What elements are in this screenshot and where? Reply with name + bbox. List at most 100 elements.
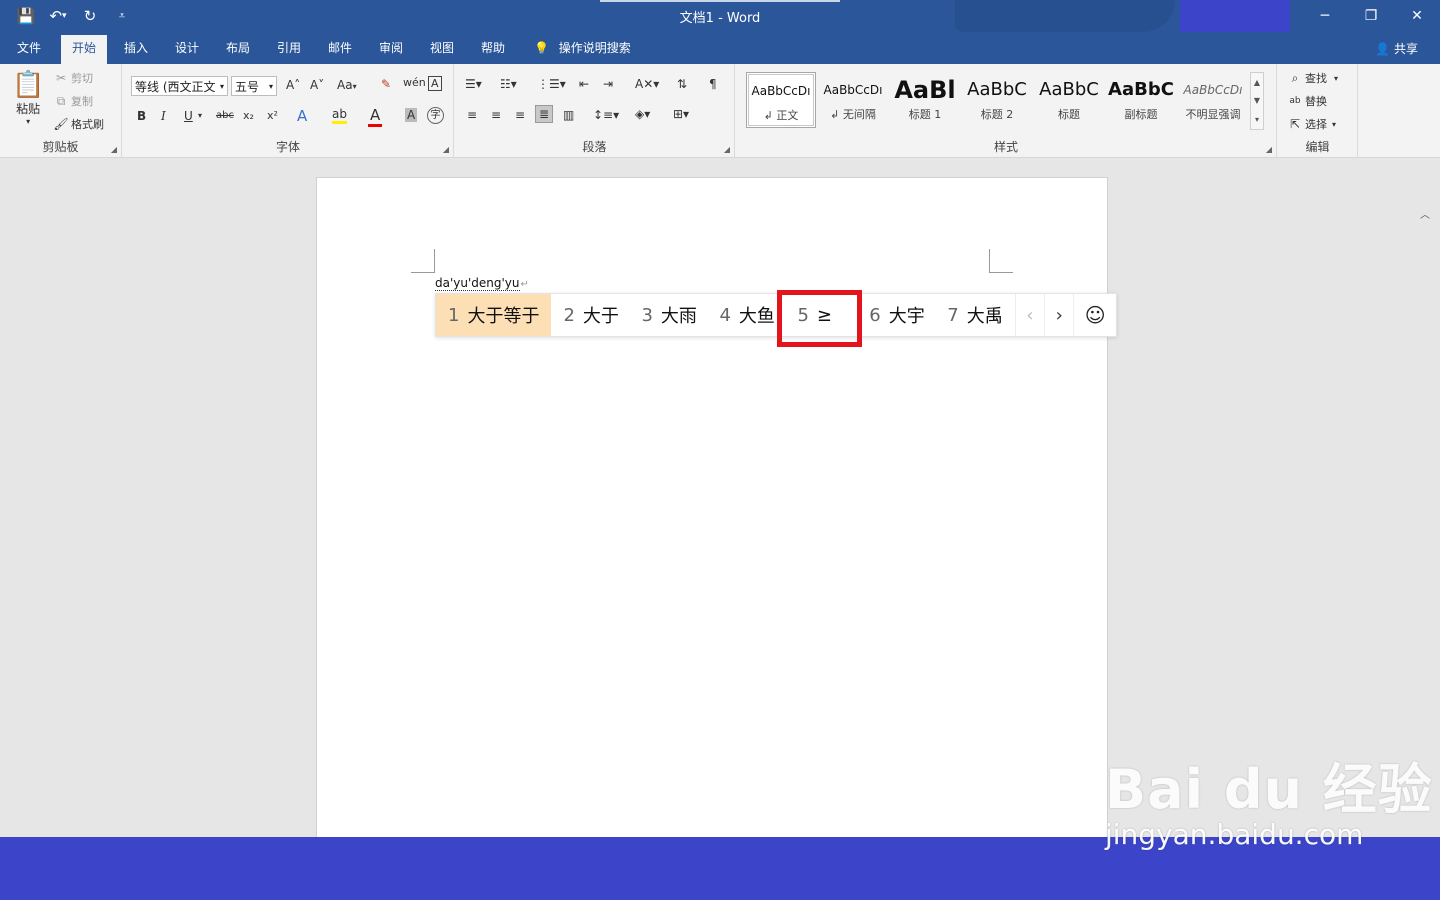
highlight-icon[interactable]: ab [332,107,347,124]
borders-icon[interactable]: ⊞▾ [673,107,689,121]
customize-qat-icon[interactable]: ⩡ [108,4,136,28]
tab-references[interactable]: 引用 [277,39,301,59]
font-launcher-icon[interactable]: ◢ [443,145,449,154]
font-name-combo[interactable]: 等线 (西文正文 ▾ [131,76,228,96]
bold-button[interactable]: B [137,109,146,123]
format-painter-button[interactable]: 🖌 格式刷 [53,116,104,132]
collapse-ribbon-icon[interactable]: ︿ [1420,206,1430,221]
candidate-item[interactable]: 1 大于等于 [436,294,552,336]
styles-launcher-icon[interactable]: ◢ [1266,145,1272,154]
candidate-item[interactable]: 7 大禹 [935,294,1014,336]
undo-dropdown-icon[interactable]: ▾ [62,11,67,21]
find-label: 查找 [1305,72,1327,85]
superscript-button[interactable]: x² [267,109,278,122]
subscript-button[interactable]: x₂ [243,109,254,122]
shrink-font-icon[interactable]: A˅ [310,78,324,92]
candidate-item[interactable]: 6 大宇 [857,294,935,336]
tab-help[interactable]: 帮助 [481,39,505,59]
style-subtitle[interactable]: AaBbC 副标题 [1106,72,1176,128]
italic-button[interactable]: I [161,109,166,123]
enclose-characters-icon[interactable]: 字 [427,107,444,124]
replace-icon: ab [1289,96,1301,106]
styles-gallery-scroll[interactable]: ▲ ▼ ▾ [1250,72,1264,130]
clear-formatting-icon[interactable]: ✎ [381,77,391,91]
chevron-down-icon[interactable]: ▼ [1254,96,1260,105]
tab-layout[interactable]: 布局 [226,39,250,59]
change-case-icon[interactable]: Aa▾ [337,78,357,92]
replace-button[interactable]: ab 替换 [1288,93,1327,109]
candidate-item[interactable]: 4 大鱼 [707,294,785,336]
tab-review[interactable]: 审阅 [379,39,403,59]
tell-me-search[interactable]: 💡 操作说明搜索 [534,39,631,59]
candidate-item[interactable]: 2 大于 [551,294,629,336]
style-normal[interactable]: AaBbCcDı ↲ 正文 [746,72,816,128]
font-size-combo[interactable]: 五号 ▾ [231,76,277,96]
chevron-up-icon[interactable]: ▲ [1254,78,1260,87]
sort-icon[interactable]: ⇅ [677,77,687,91]
close-button[interactable]: ✕ [1394,0,1440,32]
justify-icon[interactable]: ≣ [535,105,554,123]
decrease-indent-icon[interactable]: ⇤ [579,77,589,91]
minimize-button[interactable]: ─ [1302,0,1348,32]
align-right-icon[interactable]: ≡ [515,108,525,122]
increase-indent-icon[interactable]: ⇥ [603,77,613,91]
save-icon[interactable]: 💾 [12,4,40,28]
numbering-icon[interactable]: ☷▾ [500,77,517,91]
strikethrough-button[interactable]: abc [216,110,234,121]
style-sample: AaBbCcDı [1183,83,1243,97]
emoji-icon[interactable]: ☺ [1073,294,1116,336]
share-button[interactable]: 👤 共享 [1375,40,1418,57]
shading-icon[interactable]: ◈▾ [635,107,650,121]
redo-icon[interactable]: ↻ [76,4,104,28]
paste-button[interactable]: 📋 粘贴 ▾ [12,70,44,126]
tab-file[interactable]: 文件 [17,39,41,59]
tab-mailings[interactable]: 邮件 [328,39,352,59]
phonetic-guide-icon[interactable]: wén [403,76,426,89]
align-center-icon[interactable]: ≡ [491,108,501,122]
distributed-icon[interactable]: ▥ [563,108,574,122]
clipboard-launcher-icon[interactable]: ◢ [111,145,117,154]
underline-button[interactable]: U [184,109,193,123]
gallery-expand-icon[interactable]: ▾ [1255,115,1259,124]
style-heading-2[interactable]: AaBbC 标题 2 [962,72,1032,128]
group-font: 等线 (西文正文 ▾ 五号 ▾ A˄ A˅ Aa▾ ✎ wén A B I U ▾ … [123,64,454,158]
undo-icon[interactable]: ↶ ▾ [44,4,72,28]
character-border-icon[interactable]: A [428,76,442,91]
underline-dropdown-icon[interactable]: ▾ [198,111,202,120]
show-marks-icon[interactable]: ¶ [709,77,717,91]
font-color-icon[interactable]: A [368,106,383,127]
bullets-icon[interactable]: ☰▾ [465,77,482,91]
highlighter-glyph: ab [332,107,347,124]
copy-button[interactable]: ⧉ 复制 [54,93,93,109]
margin-corner-left [411,249,435,273]
style-title[interactable]: AaBbC 标题 [1034,72,1104,128]
line-spacing-icon[interactable]: ↕≡▾ [593,108,619,122]
multilevel-list-icon[interactable]: ⋮☰▾ [537,77,566,91]
paragraph-launcher-icon[interactable]: ◢ [724,145,730,154]
align-left-icon[interactable]: ≡ [467,108,477,122]
brush-icon: 🖌 [53,117,69,131]
select-button[interactable]: ⇱ 选择 ▾ [1288,116,1336,132]
restore-button[interactable]: ❐ [1348,0,1394,32]
clipboard-group-label: 剪贴板 [42,140,79,154]
chinese-layout-icon[interactable]: A✕▾ [635,77,659,91]
candidate-item[interactable]: 3 大雨 [629,294,707,336]
style-no-spacing[interactable]: AaBbCcDı ↲ 无间隔 [818,72,888,128]
next-page-icon[interactable]: › [1044,294,1073,336]
style-heading-1[interactable]: AaBl 标题 1 [890,72,960,128]
candidate-number: 1 [448,304,460,326]
style-name: 不明显强调 [1185,108,1241,121]
find-button[interactable]: ⌕ 查找 ▾ [1288,70,1338,86]
select-label: 选择 [1305,118,1327,131]
tab-insert[interactable]: 插入 [124,39,148,59]
style-subtle-emphasis[interactable]: AaBbCcDı 不明显强调 [1178,72,1248,128]
text-effects-icon[interactable]: A [297,107,307,125]
grow-font-icon[interactable]: A˄ [286,78,300,92]
tab-home[interactable]: 开始 [61,35,108,64]
prev-page-icon[interactable]: ‹ [1014,294,1044,336]
character-shading-icon[interactable]: A [405,108,418,122]
cut-button[interactable]: ✂ 剪切 [54,70,93,86]
tab-view[interactable]: 视图 [430,39,454,59]
tab-design[interactable]: 设计 [175,39,199,59]
candidate-text: 大禹 [966,306,1003,327]
